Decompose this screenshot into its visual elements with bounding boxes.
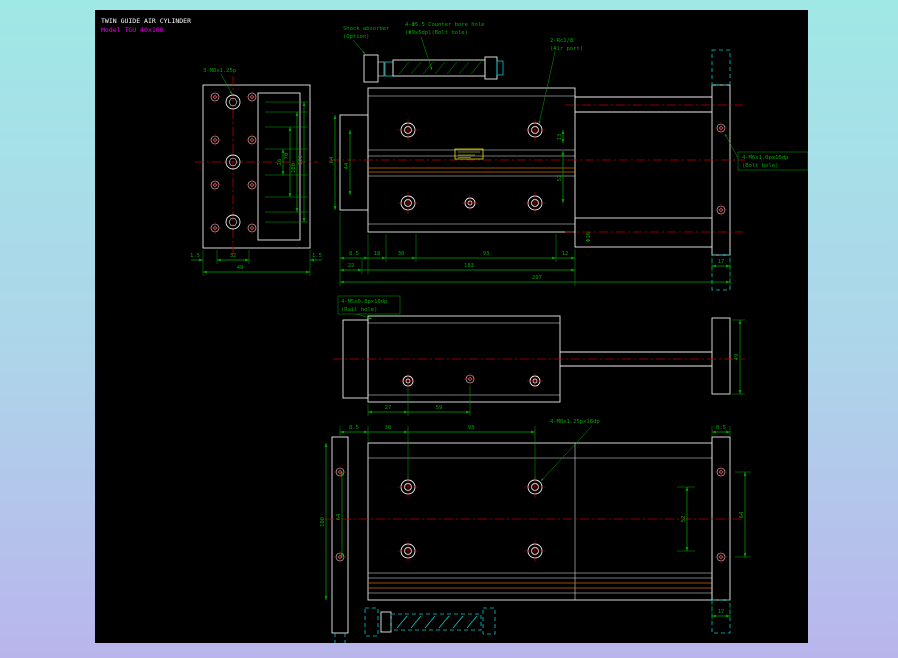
- dim-label: 49: [237, 265, 244, 271]
- shock-absorber-phantom: [335, 608, 495, 643]
- end-plate: [712, 437, 730, 600]
- dim-label: 8.5: [716, 425, 726, 431]
- dim-label: 12: [562, 251, 569, 257]
- dim-label: 52: [557, 175, 563, 182]
- title-block: TWIN GUIDE AIR CYLINDER Model TGU 40x100: [101, 17, 191, 34]
- guide-table: [368, 443, 712, 600]
- rod-diameter-label: Φ16: [586, 232, 592, 242]
- end-plate-phantom: [712, 600, 730, 633]
- dim-label: 100: [320, 517, 326, 527]
- dim-label: 64: [336, 513, 342, 520]
- dim-label: 17: [718, 609, 725, 615]
- dim-label: 93: [483, 251, 490, 257]
- end-bolt-note: 3-M8x1.25p: [203, 68, 236, 74]
- counterbore-note: 4-Φ5.5 Counter bore hole: [405, 22, 484, 28]
- shock-absorber: [364, 55, 503, 82]
- dim-label: 183: [464, 263, 474, 269]
- dim-label: 44: [344, 162, 350, 169]
- dim-label: 120: [298, 155, 304, 165]
- dim-label: 32: [230, 253, 237, 259]
- dim-label: 22: [348, 263, 355, 269]
- end-view[interactable]: 3-M8x1.25p 1.5 32 1.5 49: [190, 68, 322, 276]
- guide-table-section: [575, 218, 712, 247]
- dim-label: 13: [557, 134, 563, 141]
- dim-label: 1.5: [190, 253, 200, 259]
- dim-label: 93: [468, 425, 475, 431]
- end-plate: [712, 85, 730, 255]
- end-plate: [712, 318, 730, 394]
- dim-label: 26: [277, 159, 283, 166]
- rail-note: 4-M5x0.8px10dp: [341, 299, 387, 305]
- drawing-canvas[interactable]: TWIN GUIDE AIR CYLINDER Model TGU 40x100…: [95, 10, 808, 643]
- bolt-note: (Bolt hole): [742, 163, 778, 169]
- dim-label: 30: [385, 425, 392, 431]
- dim-label: 8.5: [349, 251, 359, 257]
- dim-label: 49: [734, 354, 740, 361]
- dim-label: 52: [681, 516, 687, 523]
- dim-label: 297: [532, 275, 542, 281]
- dim-label: 18: [374, 251, 381, 257]
- dim-label: 64: [739, 511, 745, 518]
- dim-label: 100: [291, 163, 297, 173]
- end-plate-phantom-top: [712, 50, 730, 85]
- bolt-note: 4-M6x1.0px10dp: [742, 155, 788, 161]
- plan-view[interactable]: Shock absorber (Option) 4-Φ5.5 Counter b…: [329, 22, 808, 290]
- dim-label: 1.5: [312, 253, 322, 259]
- dim-label: 59: [436, 405, 443, 411]
- dim-label: 30: [398, 251, 405, 257]
- counterbore-note: (Φ9x5dp)(Bolt hole): [405, 30, 468, 36]
- bolt-note: 4-M8x1.25px16dp: [550, 419, 600, 425]
- drawing-model: Model TGU 40x100: [101, 26, 164, 34]
- air-port-note: (Air port): [550, 46, 583, 52]
- air-port-note: 2-Rc1/8: [550, 38, 573, 44]
- dim-label: 64: [329, 156, 335, 163]
- shock-note: (Option): [343, 34, 370, 40]
- bottom-view[interactable]: 8.5 30 93 8.5 4-M8x1.25px16dp 100 64 52: [320, 419, 751, 643]
- dim-label: 27: [385, 405, 392, 411]
- dim-label: 70: [284, 153, 290, 160]
- dim-label: 8.5: [349, 425, 359, 431]
- rail-note: (Rail hole): [341, 307, 377, 313]
- drawing-title: TWIN GUIDE AIR CYLINDER: [101, 17, 191, 25]
- left-cap: [340, 115, 368, 210]
- side-view[interactable]: 4-M5x0.8px10dp (Rail hole) 27 59 49: [333, 296, 745, 416]
- nameplate: [455, 149, 483, 159]
- shock-note: Shock absorber: [343, 26, 390, 32]
- dim-label: 17: [718, 259, 725, 265]
- cad-drawing: TWIN GUIDE AIR CYLINDER Model TGU 40x100…: [95, 10, 808, 643]
- desktop-background: TWIN GUIDE AIR CYLINDER Model TGU 40x100…: [0, 0, 898, 658]
